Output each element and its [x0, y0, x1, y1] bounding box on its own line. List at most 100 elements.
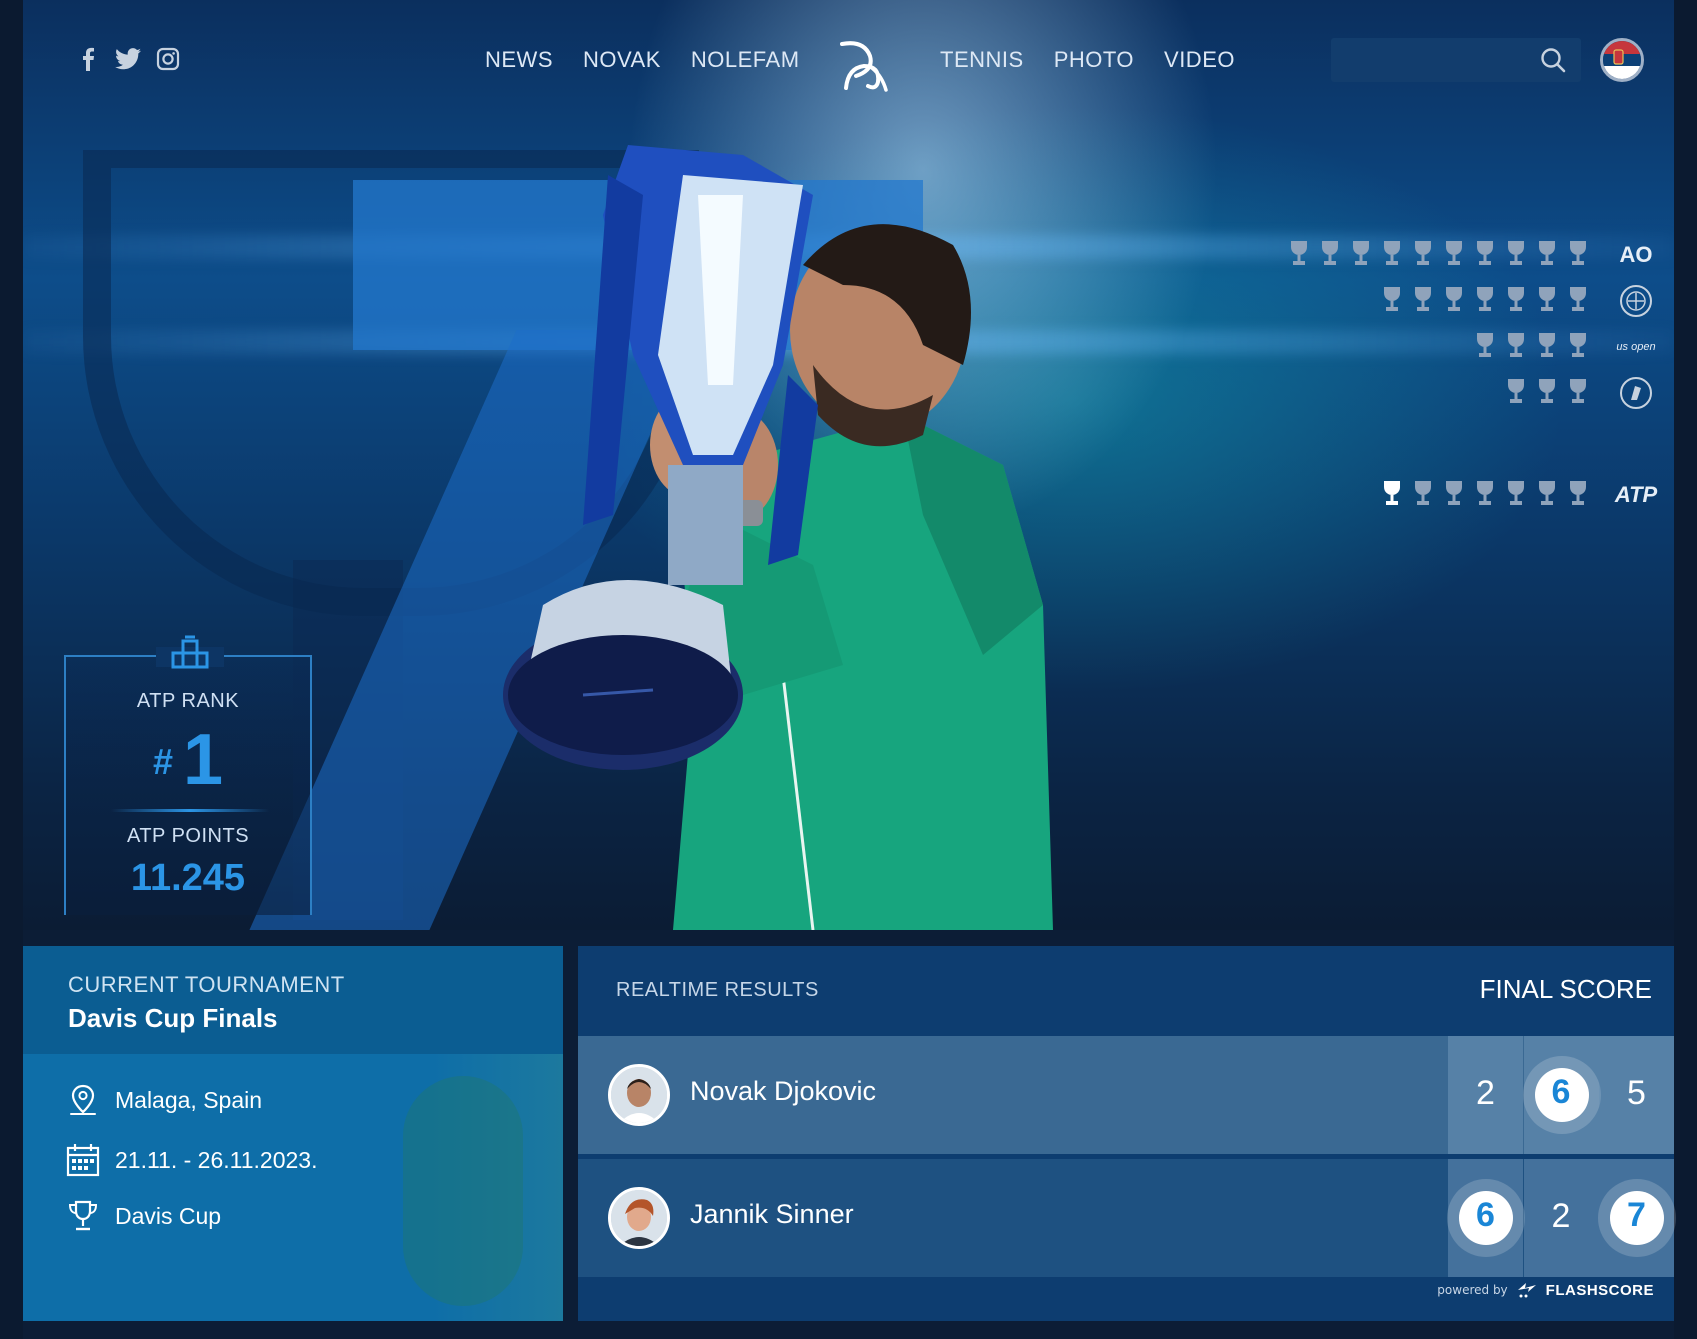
trophy-cup-icon [1473, 239, 1497, 271]
tournament-header [23, 946, 563, 1054]
atp-rank-card: ATP RANK #1 ATP POINTS 11.245 [64, 635, 312, 915]
trophy-row-us-open: us open [1473, 327, 1660, 367]
powered-by-label: powered by [1437, 1283, 1508, 1297]
set-score-value: 6 [1551, 1073, 1571, 1111]
flashscore-icon [1517, 1283, 1536, 1298]
current-tournament-card[interactable]: CURRENT TOURNAMENT Davis Cup Finals Mala… [23, 946, 563, 1321]
trophy-cup-icon [1535, 331, 1559, 363]
australian-open-logo: AO [1619, 242, 1653, 267]
trophy-cup-icon [1473, 331, 1497, 363]
player-row[interactable]: Jannik Sinner 6 2 7 [578, 1159, 1674, 1277]
facebook-icon[interactable] [75, 46, 101, 72]
player-avatar [608, 1187, 670, 1249]
player-set-scores: 2 6 5 [1448, 1036, 1674, 1154]
atp-rank-label: ATP RANK [136, 690, 240, 712]
nav-menu-right: TENNIS PHOTO VIDEO [940, 47, 1235, 73]
us-open-logo: us open [1616, 341, 1656, 353]
trophy-cup-icon [1566, 239, 1590, 271]
location-pin-icon [65, 1082, 101, 1118]
trophy-cup-icon [1473, 479, 1497, 511]
trophy-cup-icon [1535, 239, 1559, 271]
trophy-cup-icon [1411, 479, 1435, 511]
realtime-results-title: REALTIME RESULTS [616, 979, 819, 1001]
set-score: 6 [1448, 1159, 1523, 1277]
player-name[interactable]: Novak Djokovic [690, 1076, 876, 1107]
trophy-cup-icon [1566, 285, 1590, 317]
nav-item-novak[interactable]: NOVAK [583, 47, 661, 73]
trophy-cup-icon [1566, 331, 1590, 363]
trophy-cups [1473, 331, 1590, 363]
set-score: 2 [1523, 1159, 1599, 1277]
nav-item-news[interactable]: NEWS [485, 47, 553, 73]
trophy-cups [1380, 479, 1590, 511]
trophy-row-atp-finals: ATP [1380, 475, 1660, 515]
trophy-cup-icon [1535, 377, 1559, 409]
player-name[interactable]: Jannik Sinner [690, 1199, 854, 1230]
roland-garros-logo-icon [1612, 373, 1660, 413]
powered-by[interactable]: powered by FLASHSCORE [1437, 1281, 1654, 1299]
tournament-dates: 21.11. - 26.11.2023. [115, 1146, 318, 1173]
set-score: 6 [1523, 1036, 1599, 1154]
tournament-competition: Davis Cup [115, 1202, 222, 1229]
trophy-cup-icon [1566, 479, 1590, 511]
trophy-cup-icon [1504, 285, 1528, 317]
current-tournament-caption: CURRENT TOURNAMENT [68, 972, 345, 997]
tournament-name[interactable]: Davis Cup Finals [68, 1003, 278, 1034]
player-row[interactable]: Novak Djokovic 2 6 5 [578, 1036, 1674, 1154]
search-input[interactable] [1343, 46, 1527, 74]
nav-item-nolefam[interactable]: NOLEFAM [691, 47, 800, 73]
trophy-row-wimbledon [1380, 281, 1660, 321]
twitter-icon[interactable] [115, 46, 141, 72]
set-score-value: 2 [1476, 1074, 1495, 1112]
flashscore-logo: FLASHSCORE [1545, 1281, 1654, 1299]
tournament-location-row: Malaga, Spain [65, 1082, 262, 1118]
trophy-cup-icon [1380, 479, 1404, 511]
trophy-cup-icon [1535, 479, 1559, 511]
set-score-value: 5 [1627, 1074, 1646, 1112]
instagram-icon[interactable] [155, 46, 181, 72]
rank-divider [111, 809, 269, 812]
set-score: 7 [1599, 1159, 1674, 1277]
realtime-results-card: REALTIME RESULTS FINAL SCORE Novak Djoko… [578, 946, 1674, 1321]
hero-player-image [503, 145, 1053, 930]
results-header: REALTIME RESULTS FINAL SCORE [578, 946, 1674, 1036]
wimbledon-logo-icon [1612, 281, 1660, 321]
trophy-cup-icon [1504, 239, 1528, 271]
trophy-row-australian-open: AO [1287, 235, 1660, 275]
tournament-background-figure [403, 1076, 523, 1306]
match-status: FINAL SCORE [1479, 974, 1652, 1004]
podium-icon [171, 635, 209, 669]
trophy-cup-icon [1442, 285, 1466, 317]
trophy-icon [65, 1198, 101, 1234]
serbian-flag-language-icon[interactable] [1600, 38, 1644, 82]
trophy-cup-icon [1411, 239, 1435, 271]
tournament-location: Malaga, Spain [115, 1086, 263, 1113]
search-icon[interactable] [1539, 46, 1567, 74]
player-set-scores: 6 2 7 [1448, 1159, 1674, 1277]
atp-points-label: ATP POINTS [126, 825, 250, 847]
nav-item-video[interactable]: VIDEO [1164, 47, 1235, 73]
tournament-competition-row: Davis Cup [65, 1198, 221, 1234]
trophy-cup-icon [1349, 239, 1373, 271]
trophy-cup-icon [1535, 285, 1559, 317]
atp-points-value: 11.245 [130, 857, 246, 899]
rank-number: 1 [182, 720, 224, 800]
set-score-value: 6 [1476, 1196, 1495, 1234]
trophy-cup-icon [1504, 377, 1528, 409]
player-avatar [608, 1064, 670, 1126]
set-score: 2 [1448, 1036, 1523, 1154]
nav-item-photo[interactable]: PHOTO [1054, 47, 1134, 73]
trophy-cup-icon [1442, 239, 1466, 271]
trophy-cup-icon [1318, 239, 1342, 271]
set-score-value: 2 [1551, 1197, 1571, 1235]
trophy-cups [1380, 285, 1590, 317]
set-score-value: 7 [1627, 1196, 1646, 1234]
calendar-icon [65, 1142, 101, 1178]
nav-item-tennis[interactable]: TENNIS [940, 47, 1024, 73]
tournament-dates-row: 21.11. - 26.11.2023. [65, 1142, 317, 1178]
trophy-cup-icon [1504, 331, 1528, 363]
trophy-cups [1504, 377, 1590, 409]
novak-logo[interactable] [834, 38, 890, 94]
trophy-row-roland-garros [1504, 373, 1660, 413]
top-navigation: NEWS NOVAK NOLEFAM TENNIS PHOTO VIDEO [23, 0, 1674, 120]
